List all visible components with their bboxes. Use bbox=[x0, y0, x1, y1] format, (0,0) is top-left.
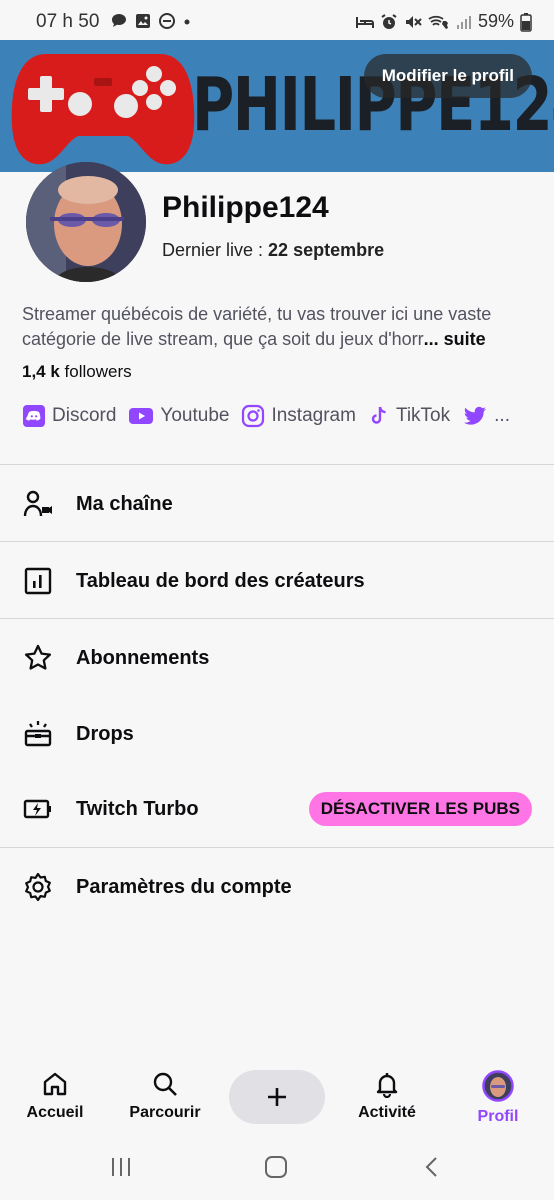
nav-activity[interactable]: Activité bbox=[332, 1070, 442, 1122]
social-link-twitter[interactable]: ... bbox=[462, 404, 510, 428]
drops-icon bbox=[24, 721, 52, 747]
bell-icon bbox=[376, 1073, 398, 1098]
status-bar: 07 h 50 59% bbox=[0, 0, 554, 40]
menu-item-creator-dashboard[interactable]: Tableau de bord des créateurs bbox=[0, 551, 554, 611]
last-live-date: 22 septembre bbox=[268, 240, 385, 260]
battery-bolt-icon bbox=[23, 799, 51, 819]
chat-bubble-icon bbox=[112, 14, 126, 27]
profile-avatar[interactable] bbox=[26, 162, 146, 282]
divider bbox=[0, 847, 554, 848]
game-controller-icon bbox=[11, 54, 195, 165]
recent-apps-icon[interactable] bbox=[109, 1155, 133, 1179]
profile-avatar-icon bbox=[482, 1070, 514, 1102]
menu-item-twitch-turbo[interactable]: Twitch Turbo DÉSACTIVER LES PUBS bbox=[0, 779, 554, 839]
signal-icon bbox=[456, 15, 471, 29]
menu-item-account-settings[interactable]: Paramètres du compte bbox=[0, 857, 554, 917]
menu-label-creator-dashboard: Tableau de bord des créateurs bbox=[76, 569, 365, 592]
menu-label-my-channel: Ma chaîne bbox=[76, 492, 173, 515]
instagram-icon bbox=[242, 404, 265, 428]
bed-icon bbox=[355, 16, 374, 28]
avatar-image bbox=[26, 162, 146, 282]
dot-icon bbox=[184, 19, 190, 25]
do-not-disturb-icon bbox=[159, 13, 175, 29]
divider bbox=[0, 618, 554, 619]
last-live: Dernier live : 22 septembre bbox=[162, 240, 385, 260]
gear-icon bbox=[25, 872, 51, 902]
star-icon bbox=[24, 644, 52, 670]
menu-label-account-settings: Paramètres du compte bbox=[76, 875, 292, 898]
social-link-instagram[interactable]: Instagram bbox=[241, 404, 356, 428]
nav-browse[interactable]: Parcourir bbox=[110, 1070, 220, 1122]
followers-count: 1,4 k followers bbox=[22, 362, 132, 381]
divider bbox=[0, 541, 554, 542]
profile-bio: Streamer québécois de variété, tu vas tr… bbox=[22, 304, 492, 349]
home-icon bbox=[43, 1072, 67, 1096]
divider bbox=[0, 464, 554, 465]
home-button-icon[interactable] bbox=[264, 1155, 288, 1179]
menu-item-subscriptions[interactable]: Abonnements bbox=[0, 628, 554, 688]
disable-ads-button[interactable]: DÉSACTIVER LES PUBS bbox=[308, 792, 532, 826]
bottom-nav: Accueil Parcourir Activité Profil bbox=[0, 1060, 554, 1140]
mute-icon bbox=[405, 15, 422, 28]
social-link-discord[interactable]: Discord bbox=[22, 404, 116, 428]
menu-label-twitch-turbo: Twitch Turbo bbox=[76, 797, 199, 820]
social-links: Discord Youtube Instagram TikTok ... bbox=[22, 404, 522, 428]
nav-profile[interactable]: Profil bbox=[443, 1070, 553, 1126]
wifi-call-icon bbox=[428, 15, 448, 29]
menu-item-drops[interactable]: Drops bbox=[0, 704, 554, 764]
search-icon bbox=[153, 1072, 177, 1096]
discord-icon bbox=[23, 405, 45, 427]
youtube-icon bbox=[129, 408, 154, 424]
create-button[interactable] bbox=[229, 1070, 325, 1124]
channel-icon bbox=[23, 490, 52, 517]
dashboard-icon bbox=[24, 567, 52, 595]
back-icon[interactable] bbox=[421, 1155, 445, 1179]
twitter-icon bbox=[464, 406, 487, 425]
image-icon bbox=[136, 14, 150, 28]
menu-item-my-channel[interactable]: Ma chaîne bbox=[0, 474, 554, 534]
alarm-icon bbox=[381, 13, 397, 29]
tiktok-icon bbox=[371, 406, 386, 424]
menu-label-subscriptions: Abonnements bbox=[76, 646, 210, 669]
display-name: Philippe124 bbox=[162, 191, 329, 224]
nav-home[interactable]: Accueil bbox=[0, 1070, 110, 1122]
battery-icon bbox=[520, 12, 532, 32]
system-navigation-bar bbox=[0, 1140, 554, 1200]
social-link-tiktok[interactable]: TikTok bbox=[368, 404, 450, 428]
status-time: 07 h 50 bbox=[36, 11, 100, 32]
profile-banner: PHILIPPE124 Modifier le profil bbox=[0, 40, 554, 172]
battery-percent: 59% bbox=[477, 11, 514, 31]
social-link-youtube[interactable]: Youtube bbox=[128, 404, 229, 428]
bio-more-link[interactable]: ... suite bbox=[424, 329, 486, 349]
plus-icon bbox=[268, 1088, 286, 1106]
edit-profile-button[interactable]: Modifier le profil bbox=[363, 54, 532, 98]
menu-label-drops: Drops bbox=[76, 722, 134, 745]
